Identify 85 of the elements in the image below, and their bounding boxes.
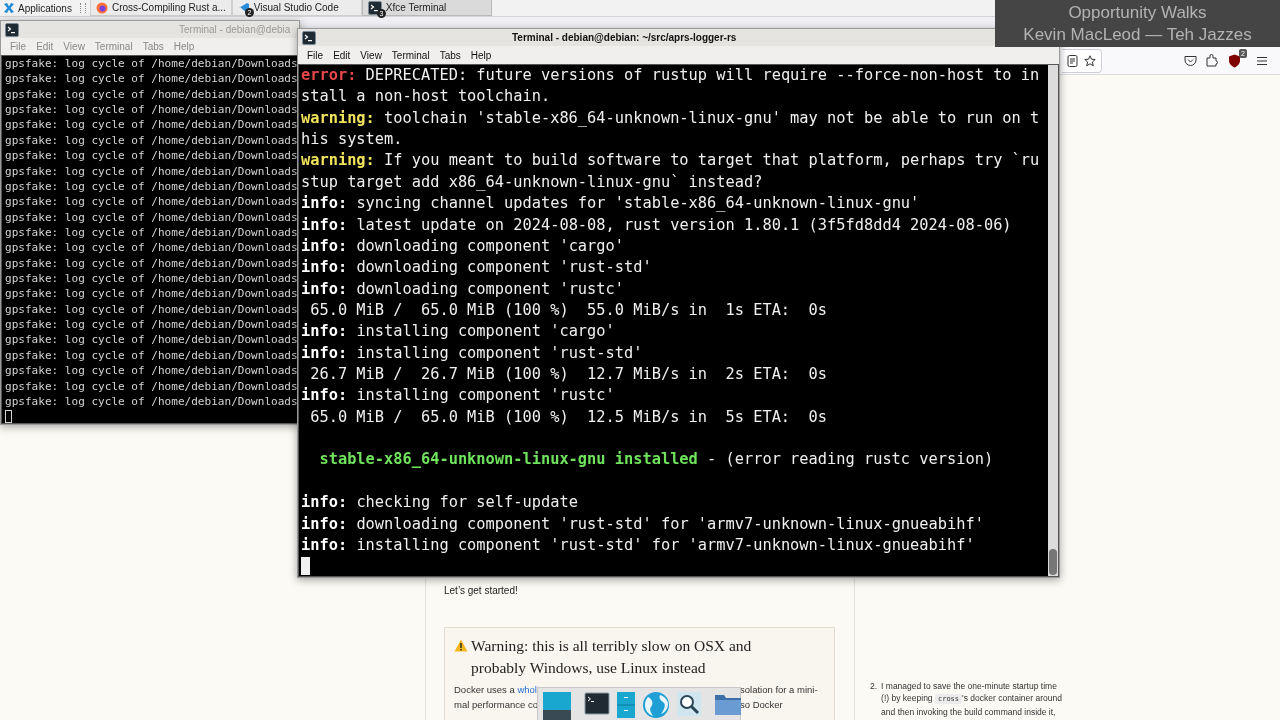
terminal-line: info: checking for self-update bbox=[301, 492, 578, 514]
applications-menu[interactable]: Applications bbox=[0, 0, 76, 16]
menu-item[interactable]: Terminal bbox=[386, 49, 435, 61]
cross-icon bbox=[3, 2, 15, 14]
address-bar[interactable] bbox=[1062, 48, 1102, 73]
terminal-line: stable-x86_64-unknown-linux-gnu installed - (error reading rustc version) bbox=[319, 449, 994, 471]
terminal-icon bbox=[367, 0, 382, 15]
terminal-line: gpsfake: log cycle of /home/debian/Downloads bbox=[5, 56, 298, 72]
puzzle-icon[interactable] bbox=[1206, 54, 1219, 67]
cabinet-icon[interactable] bbox=[616, 691, 636, 719]
task-button[interactable]: Cross-Compiling Rust a... bbox=[89, 0, 232, 16]
terminal-line: info: installing component 'cargo' bbox=[301, 321, 615, 343]
menu-item[interactable]: File bbox=[302, 49, 329, 61]
terminal-line: 65.0 MiB / 65.0 MiB (100 %) 55.0 MiB/s in 1s ETA: 0s bbox=[309, 299, 827, 321]
terminal-line: info: syncing channel updates for 'stable-x86_64-unknown-linux-gnu' bbox=[301, 193, 920, 215]
terminal-line: gpsfake: log cycle of /home/debian/Downloads bbox=[5, 317, 298, 333]
terminal-line: gpsfake: log cycle of /home/debian/Downloads bbox=[5, 363, 298, 379]
terminal-line: gpsfake: log cycle of /home/debian/Downloads bbox=[5, 332, 298, 348]
terminal-line: gpsfake: log cycle of /home/debian/Downloads bbox=[5, 194, 298, 210]
terminal-line: info: installing component 'rustc' bbox=[301, 385, 615, 407]
track-artist: Kevin MacLeod — Teh Jazzes bbox=[1023, 23, 1252, 46]
menu-item[interactable]: Tabs bbox=[434, 49, 466, 61]
terminal-line: info: installing component 'rust-std' for 'armv7-unknown-linux-gnueabihf' bbox=[301, 534, 975, 556]
terminal-line: stup target add x86_64-unknown-linux-gnu` instead? bbox=[301, 171, 763, 193]
terminal-line: gpsfake: log cycle of /home/debian/Downloads bbox=[5, 102, 298, 118]
terminal-line: stall a non-host toolchain. bbox=[301, 86, 551, 108]
terminal-line: gpsfake: log cycle of /home/debian/Downloads bbox=[5, 255, 298, 272]
menu-item[interactable]: View bbox=[355, 49, 387, 61]
cursor bbox=[301, 557, 311, 576]
terminal-line: gpsfake: log cycle of /home/debian/Downloads bbox=[5, 148, 298, 164]
terminal-line: gpsfake: log cycle of /home/debian/Downloads bbox=[5, 209, 298, 225]
terminal-line: info: downloading component 'rust-std' for 'armv7-unknown-linux-gnueabihf' bbox=[301, 513, 984, 535]
terminal-line: gpsfake: log cycle of /home/debian/Downloads bbox=[5, 224, 298, 241]
browser-icon bbox=[95, 1, 108, 14]
terminal-line: info: installing component 'rust-std' bbox=[301, 342, 643, 364]
globe-icon[interactable] bbox=[642, 691, 670, 719]
paragraph-fragment: Docker uses a bbox=[454, 684, 516, 695]
desktop-icon[interactable] bbox=[542, 691, 572, 720]
paragraph-fragment: solation for a mini- bbox=[740, 683, 818, 697]
terminal-line: info: downloading component 'cargo' bbox=[301, 235, 624, 257]
terminal-line: gpsfake: log cycle of /home/debian/Downloads bbox=[5, 132, 298, 149]
terminal-line: 26.7 MiB / 26.7 MiB (100 %) 12.7 MiB/s in 2s ETA: 0s bbox=[309, 364, 827, 386]
text-link[interactable]: whol bbox=[517, 684, 537, 695]
terminal-line: gpsfake: log cycle of /home/debian/Downloads bbox=[5, 286, 298, 302]
terminal-line: info: downloading component 'rustc' bbox=[301, 278, 624, 300]
track-title: Opportunity Walks bbox=[1068, 1, 1207, 24]
panel-handle[interactable] bbox=[79, 3, 86, 13]
scrollbar[interactable] bbox=[1048, 65, 1058, 576]
terminal-line: info: downloading component 'rust-std' bbox=[301, 257, 652, 279]
search-icon[interactable] bbox=[676, 691, 702, 717]
window-icon bbox=[5, 22, 19, 37]
terminal-line: gpsfake: log cycle of /home/debian/Downloads bbox=[5, 71, 298, 87]
terminal-line: gpsfake: log cycle of /home/debian/Downloads bbox=[5, 117, 298, 133]
menu-item[interactable]: Edit bbox=[328, 49, 356, 61]
terminal-line: gpsfake: log cycle of /home/debian/Downloads bbox=[5, 378, 298, 394]
terminal-line: gpsfake: log cycle of /home/debian/Downloads bbox=[5, 178, 298, 195]
terminal-line: gpsfake: log cycle of /home/debian/Downloads bbox=[5, 163, 298, 179]
terminal-line: warning: If you meant to build software to target that platform, perhaps try `ru bbox=[301, 150, 1040, 172]
warning-heading: Warning: this is all terribly slow on OSX and probably Windows, use Linux instead bbox=[471, 636, 753, 678]
intro-text: Let’s get started! bbox=[444, 584, 519, 598]
terminal-line: gpsfake: log cycle of /home/debian/Downloads bbox=[5, 301, 298, 318]
window-title: Terminal - debian@debian: ~/src/aprs-logger-rs bbox=[512, 32, 737, 43]
star-icon[interactable] bbox=[1084, 54, 1096, 67]
window-icon bbox=[302, 30, 316, 45]
window-title: Terminal - debian@debia bbox=[179, 24, 291, 35]
cursor bbox=[5, 409, 12, 423]
pocket-button[interactable] bbox=[1184, 54, 1197, 67]
warning-icon bbox=[454, 639, 468, 652]
menu-item[interactable]: Help bbox=[465, 49, 497, 61]
list-number: 2. bbox=[870, 680, 878, 693]
terminal-line: info: latest update on 2024-08-08, rust version 1.80.1 (3f5fd8dd4 2024-08-06) bbox=[301, 214, 1012, 236]
terminal-line: warning: toolchain 'stable-x86_64-unknown-linux-gnu' may not be able to run on t bbox=[301, 107, 1040, 129]
terminal-line: gpsfake: log cycle of /home/debian/Downloads bbox=[5, 393, 298, 410]
terminal-line: gpsfake: log cycle of /home/debian/Downloads bbox=[5, 86, 298, 103]
terminal-line: gpsfake: log cycle of /home/debian/Downloads bbox=[5, 240, 298, 256]
terminal-line: 65.0 MiB / 65.0 MiB (100 %) 12.5 MiB/s in 5s ETA: 0s bbox=[309, 406, 827, 428]
terminal-line: gpsfake: log cycle of /home/debian/Downloads bbox=[5, 271, 298, 287]
menu-icon[interactable] bbox=[1256, 55, 1268, 66]
reader-icon[interactable] bbox=[1067, 54, 1078, 67]
terminal-line: error: DEPRECATED: future versions of rustup will require --force-non-host to in bbox=[301, 65, 1040, 86]
terminal-line: gpsfake: log cycle of /home/debian/Downloads bbox=[5, 347, 298, 364]
scroll-thumb[interactable] bbox=[1049, 549, 1057, 575]
terminal-icon[interactable] bbox=[584, 691, 610, 717]
terminal-line: his system. bbox=[301, 129, 403, 151]
paragraph-fragment: so Docker bbox=[740, 698, 784, 712]
